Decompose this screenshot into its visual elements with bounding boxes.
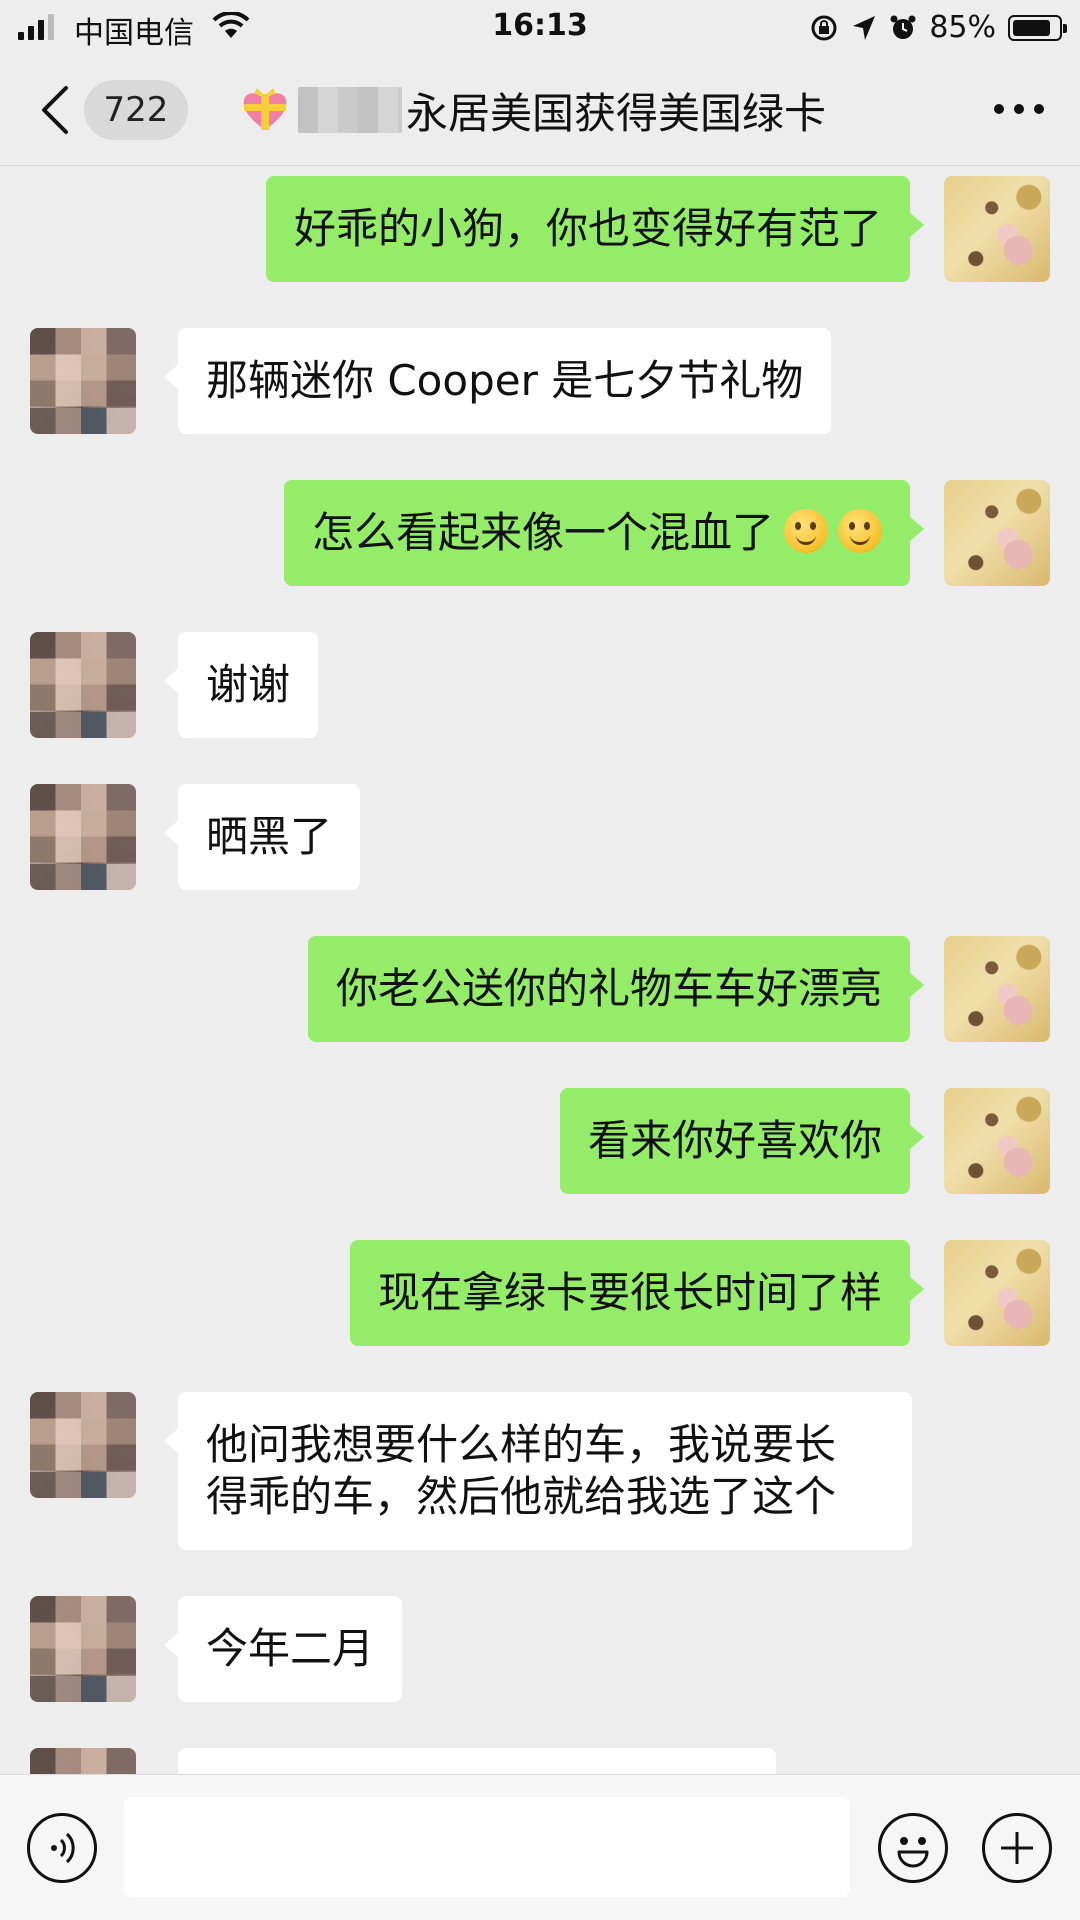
smile-emoji-icon — [784, 509, 828, 553]
plus-icon[interactable] — [982, 1813, 1052, 1883]
contact-avatar[interactable] — [30, 328, 136, 434]
contact-avatar[interactable] — [30, 1748, 136, 1774]
contact-message-bubble[interactable]: 那辆迷你 Cooper 是七夕节礼物 — [163, 328, 832, 434]
chat-header: 722 永居美国获得美国绿卡 — [0, 54, 1080, 166]
status-right-group: 85% — [809, 10, 1067, 45]
message-list[interactable]: 好乖的小狗，你也变得好有范了 那辆迷你 Cooper 是七夕节礼物 怎么看起来像… — [0, 166, 1080, 1774]
contact-message-bubble-partial[interactable] — [178, 1748, 776, 1774]
more-options-icon[interactable] — [994, 104, 1044, 114]
battery-icon — [1008, 14, 1067, 41]
chat-title-text: 永居美国获得美国绿卡 — [406, 88, 827, 138]
my-avatar[interactable] — [944, 480, 1050, 586]
status-bar: 中国电信 16:13 85% — [0, 0, 1080, 54]
input-bar — [0, 1774, 1080, 1920]
chat-title: 永居美国获得美国绿卡 — [240, 82, 826, 138]
contact-message-bubble[interactable]: 他问我想要什么样的车，我说要长 得乖的车，然后他就给我选了这个 — [164, 1392, 912, 1550]
my-avatar[interactable] — [944, 1088, 1050, 1194]
gift-heart-icon — [243, 88, 287, 130]
contact-message-bubble[interactable]: 谢谢 — [163, 632, 319, 738]
voice-icon[interactable] — [27, 1813, 97, 1883]
rotation-lock-icon — [811, 15, 837, 40]
message-input[interactable] — [124, 1797, 850, 1897]
my-avatar[interactable] — [944, 936, 1050, 1042]
back-chevron-icon[interactable] — [38, 84, 72, 136]
contact-message-bubble[interactable]: 晒黑了 — [163, 784, 361, 890]
blurred-name — [298, 87, 402, 133]
contact-avatar[interactable] — [30, 784, 136, 890]
contact-avatar[interactable] — [30, 632, 136, 738]
emoji-icon[interactable] — [878, 1813, 948, 1883]
my-message-bubble[interactable]: 看来你好喜欢你 — [559, 1088, 925, 1194]
alarm-icon — [890, 15, 916, 39]
unread-count-badge[interactable]: 722 — [84, 80, 188, 140]
my-message-bubble[interactable]: 好乖的小狗，你也变得好有范了 — [265, 176, 925, 282]
contact-message-bubble[interactable]: 今年二月 — [163, 1596, 403, 1702]
contact-avatar[interactable] — [30, 1596, 136, 1702]
battery-percent: 85% — [929, 10, 996, 45]
location-icon — [853, 15, 876, 40]
smile-emoji-icon — [838, 509, 882, 553]
my-message-bubble[interactable]: 现在拿绿卡要很长时间了样 — [349, 1240, 925, 1346]
my-avatar[interactable] — [944, 1240, 1050, 1346]
my-message-bubble[interactable]: 怎么看起来像一个混血了 — [283, 480, 925, 586]
my-avatar[interactable] — [944, 176, 1050, 282]
contact-avatar[interactable] — [30, 1392, 136, 1498]
my-message-bubble[interactable]: 你老公送你的礼物车车好漂亮 — [307, 936, 925, 1042]
